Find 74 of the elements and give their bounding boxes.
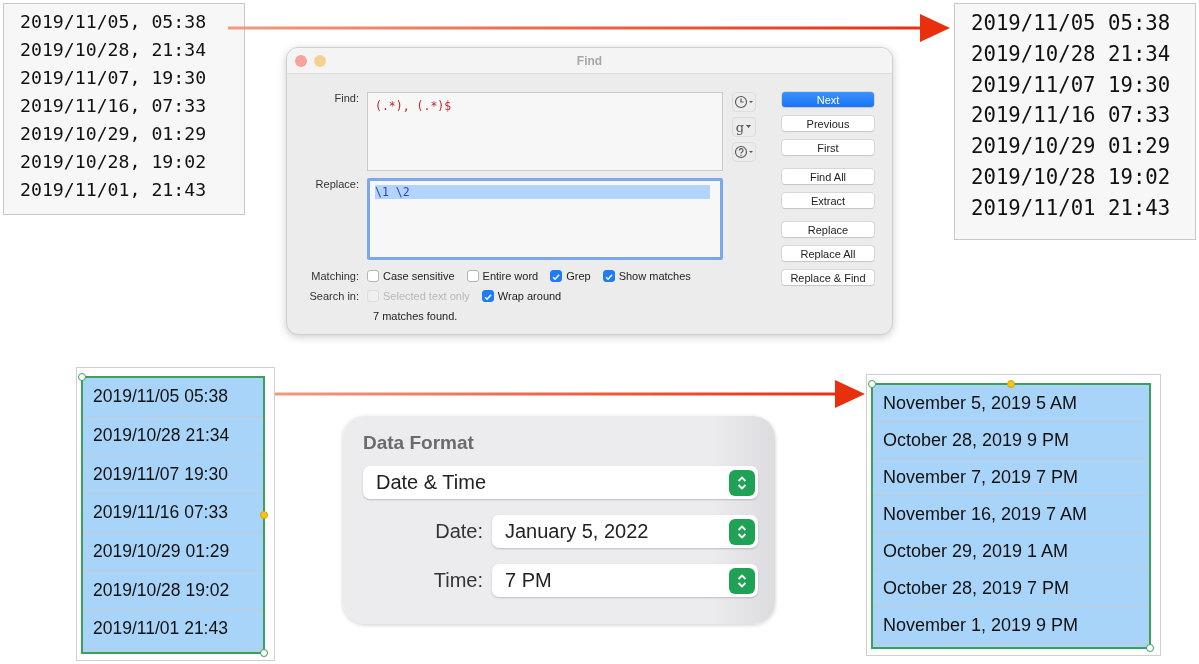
table-cell: November 16, 2019 7 AM xyxy=(873,496,1149,533)
checkbox-label[interactable]: Grep xyxy=(566,270,591,282)
resize-handle[interactable] xyxy=(868,380,876,388)
text-line: 2019/11/01 21:43 xyxy=(971,194,1172,222)
checkbox[interactable] xyxy=(481,290,494,302)
table-cell: October 29, 2019 1 AM xyxy=(873,533,1149,570)
checkbox[interactable] xyxy=(550,270,563,282)
dialog-button[interactable]: Extract xyxy=(782,193,874,208)
text-line: 2019/11/16 07:33 xyxy=(971,102,1172,130)
text-line: 2019/11/07, 19:30 xyxy=(20,66,208,90)
time-popup[interactable]: 7 PM xyxy=(492,564,758,597)
text-line: 2019/11/07 19:30 xyxy=(971,71,1172,99)
text-line: 2019/11/05, 05:38 xyxy=(20,10,208,34)
dialog-button[interactable]: Find All xyxy=(782,169,874,184)
status-text: 7 matches found. xyxy=(372,309,459,322)
table-cell: 2019/11/16 07:33 xyxy=(83,494,263,533)
window-title: Find xyxy=(576,53,603,68)
checkbox[interactable] xyxy=(602,270,615,282)
table-cell: 2019/11/05 05:38 xyxy=(83,378,263,417)
table-cell: October 28, 2019 9 PM xyxy=(873,422,1149,459)
text-line: 2019/11/01, 21:43 xyxy=(20,178,208,202)
table-cell: November 1, 2019 9 PM xyxy=(873,607,1149,644)
checkbox[interactable] xyxy=(367,270,379,282)
stepper-icon[interactable] xyxy=(729,469,755,496)
format-popup[interactable]: Date & Time xyxy=(363,466,758,499)
table-cell: October 28, 2019 7 PM xyxy=(873,570,1149,607)
panel-title: Data Format xyxy=(363,432,475,454)
resize-handle[interactable] xyxy=(1146,644,1154,652)
field-label: Date: xyxy=(434,520,483,543)
table-cell: November 7, 2019 7 PM xyxy=(873,459,1149,496)
checkbox[interactable] xyxy=(466,270,479,282)
table-cell: 2019/10/28 19:02 xyxy=(83,571,263,611)
option-label: Matching: xyxy=(310,270,360,282)
dialog-button[interactable]: Previous xyxy=(782,116,874,131)
field-label: Replace: xyxy=(314,178,360,192)
text-line: 2019/11/05 05:38 xyxy=(971,10,1172,37)
checkbox-label[interactable]: Entire word xyxy=(482,270,539,282)
dialog-button[interactable]: Replace All xyxy=(782,246,874,261)
resize-handle[interactable] xyxy=(78,373,86,381)
caret-icon xyxy=(746,125,753,129)
text-line: 2019/10/28 21:34 xyxy=(971,40,1172,68)
grep-menu-button[interactable]: g xyxy=(732,117,756,137)
find-field[interactable]: (.*), (.*)$ xyxy=(367,92,723,171)
text-line: 2019/10/28, 19:02 xyxy=(20,150,208,174)
table-cell: November 5, 2019 5 AM xyxy=(873,385,1149,422)
text-line: 2019/10/28 19:02 xyxy=(971,164,1172,191)
resize-handle[interactable] xyxy=(260,649,268,657)
dialog-button[interactable]: Next xyxy=(782,92,874,107)
table-cell: 2019/10/28 21:34 xyxy=(83,416,263,456)
checkbox-label[interactable]: Wrap around xyxy=(497,290,562,302)
text-line: 2019/11/16, 07:33 xyxy=(20,94,208,118)
text-line: 2019/10/29 01:29 xyxy=(971,133,1172,161)
option-label: Search in: xyxy=(308,290,360,302)
table-cell: 2019/11/01 21:43 xyxy=(83,610,263,649)
date-popup[interactable]: January 5, 2022 xyxy=(492,515,758,548)
field-label: Time: xyxy=(432,569,483,592)
help-menu-icon[interactable] xyxy=(732,142,756,162)
history-menu-icon[interactable] xyxy=(732,92,756,112)
stepper-icon[interactable] xyxy=(729,518,755,545)
text-line: 2019/10/28, 21:34 xyxy=(20,38,208,62)
table-cell: 2019/10/29 01:29 xyxy=(83,532,263,572)
close-button[interactable] xyxy=(295,54,307,67)
replace-field[interactable]: \1 \2 xyxy=(367,178,723,260)
checkbox-label[interactable]: Case sensitive xyxy=(383,270,455,282)
resize-handle[interactable] xyxy=(1007,380,1015,388)
dialog-button[interactable]: Replace & Find xyxy=(782,270,874,285)
dialog-button[interactable]: First xyxy=(782,140,874,155)
text-line: 2019/10/29, 01:29 xyxy=(20,122,208,146)
dialog-button[interactable]: Replace xyxy=(782,222,874,237)
table-cell: 2019/11/07 19:30 xyxy=(83,455,263,495)
field-label: Find: xyxy=(333,92,360,106)
stepper-icon[interactable] xyxy=(729,567,755,594)
resize-handle[interactable] xyxy=(260,511,268,519)
checkbox-label[interactable]: Show matches xyxy=(618,270,691,282)
